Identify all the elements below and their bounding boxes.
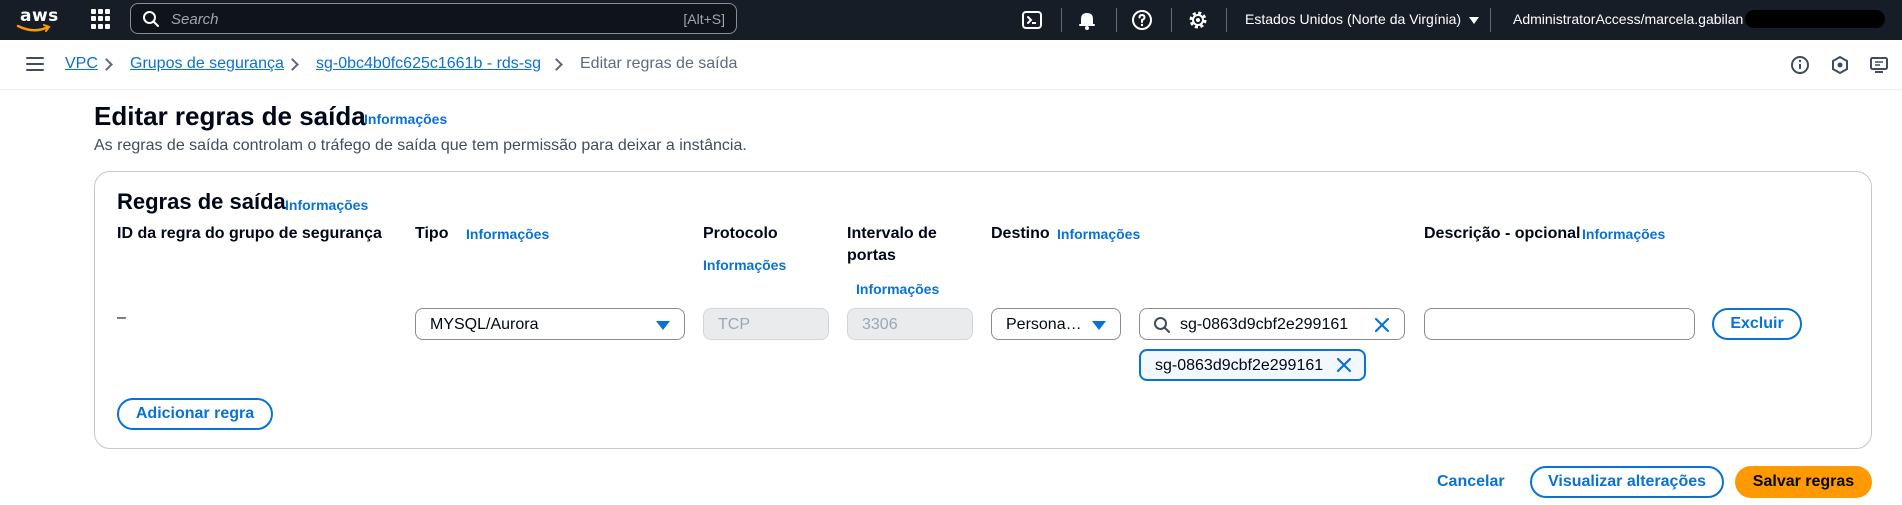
bell-icon[interactable] [1075, 8, 1099, 32]
info-icon[interactable] [1790, 55, 1810, 75]
divider [1226, 8, 1227, 32]
clear-icon[interactable] [1373, 316, 1391, 334]
page-description: As regras de saída controlam o tráfego d… [94, 137, 747, 154]
remove-token-icon[interactable] [1335, 356, 1353, 374]
chevron-down-icon [1469, 16, 1480, 24]
panel-title: Regras de saída [117, 189, 286, 214]
title-info-link[interactable]: Informações [364, 111, 447, 127]
caret-down-icon [656, 321, 670, 330]
cloudshell-icon[interactable] [1020, 8, 1044, 32]
protocol-field: TCP [703, 308, 829, 340]
delete-button[interactable]: Excluir [1712, 308, 1802, 340]
column-header-type: Tipo [415, 225, 449, 242]
breadcrumb-security-groups[interactable]: Grupos de segurança [130, 55, 284, 73]
page-title: Editar regras de saída [94, 101, 366, 131]
breadcrumb-vpc[interactable]: VPC [65, 55, 98, 73]
destination-type-value: Persona… [1006, 316, 1082, 333]
region-selector[interactable]: Estados Unidos (Norte da Virgínia) [1245, 11, 1480, 27]
redacted-block [1745, 10, 1885, 28]
chevron-right-icon [100, 58, 113, 71]
description-info-link[interactable]: Informações [1582, 226, 1665, 242]
services-grid-icon[interactable] [91, 9, 111, 29]
type-select[interactable]: MYSQL/Aurora [415, 308, 685, 340]
top-navigation-bar: aws Search [Alt+S] Estados Unidos (Norte… [0, 0, 1902, 40]
search-shortcut: [Alt+S] [683, 11, 725, 27]
chevron-right-icon [550, 58, 563, 71]
type-select-value: MYSQL/Aurora [430, 316, 539, 333]
feedback-icon[interactable] [1869, 55, 1889, 75]
port-range-value: 3306 [862, 316, 898, 333]
aws-smile-icon [16, 24, 51, 32]
region-label: Estados Unidos (Norte da Virgínia) [1245, 11, 1462, 27]
menu-icon[interactable] [26, 57, 44, 71]
preview-changes-button[interactable]: Visualizar alterações [1530, 466, 1724, 498]
account-menu[interactable]: AdministratorAccess/marcela.gabilan [1513, 11, 1747, 27]
breadcrumb-bar: VPC Grupos de segurança sg-0bc4b0fc625c1… [0, 40, 1902, 90]
panel-info-link[interactable]: Informações [285, 197, 368, 213]
breadcrumb-security-group[interactable]: sg-0bc4b0fc625c1661b - rds-sg [316, 55, 541, 73]
port-range-field: 3306 [847, 308, 973, 340]
help-icon[interactable] [1130, 8, 1154, 32]
search-icon [143, 11, 159, 27]
column-header-port-range-line1: Intervalo de [847, 225, 937, 242]
caret-down-icon [1092, 321, 1106, 330]
aws-logo[interactable]: aws [16, 4, 60, 34]
search-icon [1154, 317, 1170, 333]
destination-info-link[interactable]: Informações [1057, 226, 1140, 242]
port-range-info-link[interactable]: Informações [856, 281, 939, 297]
column-header-destination: Destino [991, 225, 1050, 242]
divider [1171, 8, 1172, 32]
save-rules-button[interactable]: Salvar regras [1735, 466, 1872, 498]
global-search-input[interactable]: Search [Alt+S] [130, 3, 737, 34]
type-info-link[interactable]: Informações [466, 226, 549, 242]
gear-icon[interactable] [1186, 8, 1210, 32]
column-header-description: Descrição - opcional [1424, 225, 1581, 242]
protocol-info-link[interactable]: Informações [703, 257, 786, 273]
destination-token-label: sg-0863d9cbf2e299161 [1155, 357, 1324, 374]
description-input[interactable] [1424, 308, 1695, 340]
divider [1490, 8, 1491, 32]
breadcrumb-current: Editar regras de saída [580, 55, 738, 72]
rule-id-value: – [117, 309, 126, 326]
add-rule-button[interactable]: Adicionar regra [117, 398, 273, 430]
destination-token: sg-0863d9cbf2e299161 [1139, 349, 1366, 381]
chevron-right-icon [286, 58, 299, 71]
protocol-value: TCP [718, 316, 750, 333]
column-header-port-range-line2: portas [847, 247, 896, 264]
column-header-rule-id: ID da regra do grupo de segurança [117, 225, 382, 242]
cancel-button[interactable]: Cancelar [1437, 473, 1505, 491]
aws-logo-text: aws [20, 6, 59, 26]
destination-search-input[interactable]: sg-0863d9cbf2e299161 [1139, 308, 1405, 340]
hexagon-icon[interactable] [1830, 55, 1850, 75]
destination-search-value: sg-0863d9cbf2e299161 [1180, 316, 1349, 333]
column-header-protocol: Protocolo [703, 225, 778, 242]
divider [1061, 8, 1062, 32]
search-placeholder: Search [171, 11, 219, 28]
divider [1116, 8, 1117, 32]
destination-type-select[interactable]: Persona… [991, 308, 1121, 340]
